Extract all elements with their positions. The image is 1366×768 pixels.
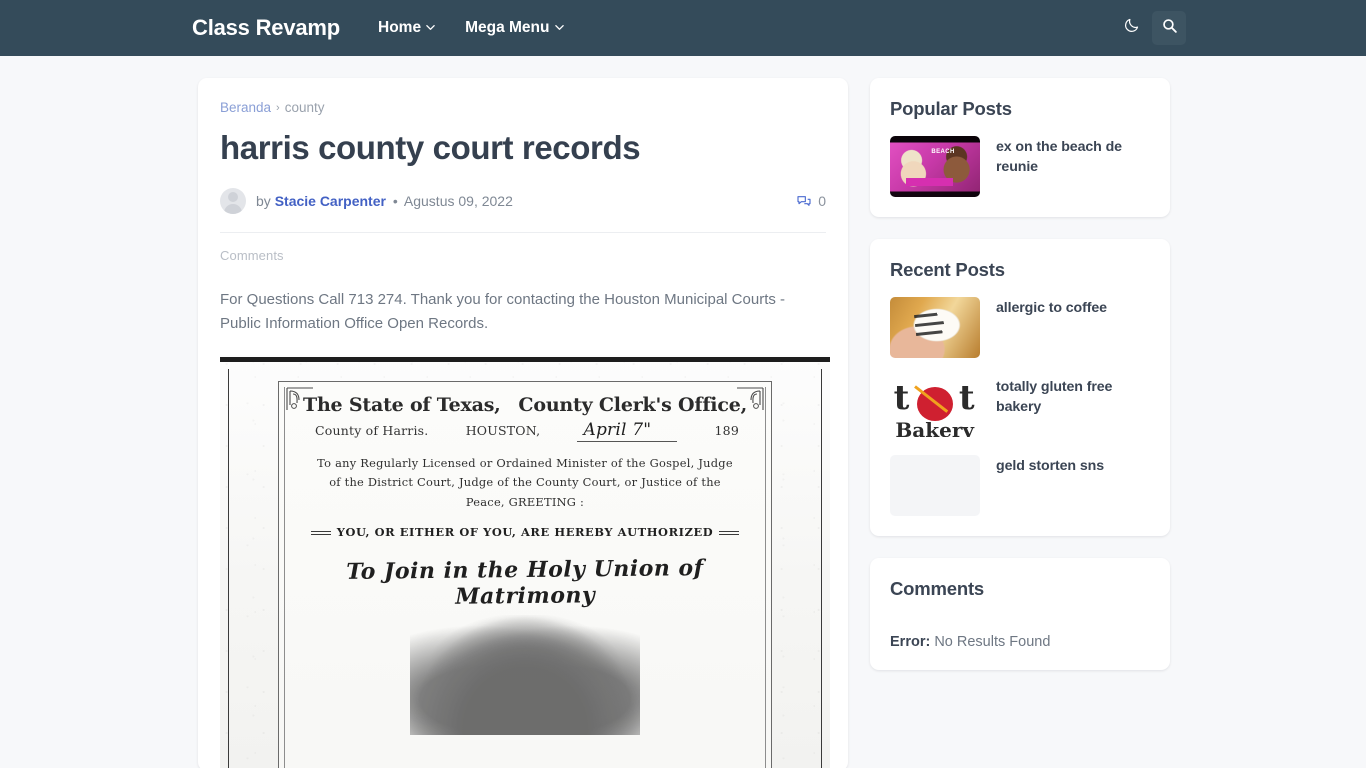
primary-nav: Home Mega Menu	[378, 19, 564, 37]
ornament-corner-icon	[735, 386, 765, 412]
thumbnail-word: Bakery	[895, 417, 974, 437]
popular-posts-list: BEACH ex on the beach de reunie	[890, 136, 1150, 197]
list-item[interactable]: allergic to coffee	[890, 297, 1150, 358]
comment-count: 0	[818, 192, 826, 209]
comments-error-text: No Results Found	[934, 634, 1051, 650]
main-column: Beranda › county harris county court rec…	[198, 78, 848, 768]
document-engraving	[410, 614, 640, 735]
list-item-label: ex on the beach de reunie	[996, 139, 1122, 175]
nav-item-mega-menu-label: Mega Menu	[465, 19, 550, 36]
document-rule-right	[719, 531, 740, 533]
document-image: The State of Texas, County Clerk's Offic…	[220, 354, 830, 768]
breadcrumb-current: county	[284, 100, 325, 115]
meta-separator: •	[392, 192, 398, 209]
document-subheadings: County of Harris. HOUSTON, April 7" 189	[297, 416, 753, 442]
ornament-corner-icon	[285, 386, 315, 412]
document-scan-background: The State of Texas, County Clerk's Offic…	[220, 354, 830, 768]
document-authorization-line: YOU, OR EITHER OF YOU, ARE HEREBY AUTHOR…	[297, 513, 753, 539]
post-meta: by Stacie Carpenter • Agustus 09, 2022 0	[220, 187, 826, 232]
list-item-label: totally gluten free bakery	[996, 379, 1113, 415]
header-actions	[1114, 0, 1186, 56]
nav-item-home[interactable]: Home	[378, 19, 435, 37]
thumbnail-letter-left: t	[893, 377, 910, 418]
search-icon	[1161, 17, 1178, 39]
breadcrumb-home-link[interactable]: Beranda	[220, 100, 271, 115]
sidebar: Popular Posts BEACH ex on the beach de r…	[870, 78, 1170, 692]
document-sheet: The State of Texas, County Clerk's Offic…	[278, 380, 772, 768]
thumbnail-caption-bar	[906, 178, 953, 187]
list-item-label: allergic to coffee	[996, 300, 1107, 316]
page-title: harris county court records	[220, 129, 641, 166]
page-layout: Beranda › county harris county court rec…	[0, 56, 1366, 768]
widget-comments: Comments Error: No Results Found	[870, 558, 1170, 670]
breadcrumb-separator: ›	[276, 101, 280, 114]
comments-icon	[796, 193, 812, 209]
list-item[interactable]: t t Bakery totally gluten free bakery	[890, 376, 1150, 437]
avatar	[220, 187, 246, 214]
widget-recent-posts-title: Recent Posts	[890, 259, 1005, 280]
thumbnail-letter-right: t	[958, 377, 975, 418]
document-headings: The State of Texas, County Clerk's Offic…	[297, 394, 753, 416]
post-thumbnail: BEACH	[890, 136, 980, 197]
document-paragraph: To any Regularly Licensed or Ordained Mi…	[317, 455, 733, 510]
document-city: HOUSTON,	[465, 423, 541, 439]
list-item-label: geld storten sns	[996, 458, 1104, 474]
widget-comments-title: Comments	[890, 578, 984, 599]
document-arc-text: To Join in the Holy Union of Matrimony	[346, 554, 704, 610]
thumbnail-title-text: BEACH	[931, 149, 955, 156]
document-county-line: County of Harris.	[315, 423, 429, 439]
post-date: Agustus 09, 2022	[403, 192, 513, 209]
chevron-down-icon	[426, 23, 435, 32]
nav-item-mega-menu[interactable]: Mega Menu	[465, 19, 564, 37]
list-item[interactable]: geld storten sns	[890, 455, 1150, 516]
moon-icon	[1123, 17, 1140, 39]
document-top-border	[220, 356, 830, 362]
article-card: Beranda › county harris county court rec…	[198, 78, 848, 768]
chevron-down-icon	[554, 23, 564, 32]
post-byline: by Stacie Carpenter • Agustus 09, 2022	[256, 193, 513, 209]
post-body-text: For Questions Call 713 274. Thank you fo…	[220, 290, 786, 333]
widget-popular-posts-title: Popular Posts	[890, 98, 1012, 119]
breadcrumb: Beranda › county	[220, 100, 826, 115]
comments-label: Comments	[220, 247, 284, 263]
post-thumbnail	[890, 297, 980, 358]
recent-posts-list: allergic to coffee t t Bakery totally gl…	[890, 297, 1150, 516]
author-link[interactable]: Stacie Carpenter	[275, 193, 386, 209]
document-office-heading: County Clerk's Office,	[518, 393, 747, 416]
list-item[interactable]: BEACH ex on the beach de reunie	[890, 136, 1150, 197]
avatar-head	[228, 191, 238, 202]
dark-mode-toggle[interactable]	[1114, 11, 1148, 45]
comment-count-group[interactable]: 0	[796, 193, 826, 209]
widget-popular-posts: Popular Posts BEACH ex on the beach de r…	[870, 78, 1170, 217]
avatar-body	[224, 203, 242, 214]
document-rule-left	[311, 531, 331, 533]
site-header: Class Revamp Home Mega Menu	[0, 0, 1366, 56]
document-state-heading: The State of Texas,	[303, 393, 501, 416]
document-handwritten-date: April 7"	[577, 420, 678, 442]
document-year: 189	[714, 423, 739, 439]
site-brand[interactable]: Class Revamp	[192, 15, 340, 41]
nav-item-home-label: Home	[378, 19, 422, 36]
comments-error-prefix: Error:	[890, 634, 931, 650]
widget-recent-posts: Recent Posts allergic to coffee t t Bake…	[870, 239, 1170, 536]
document-authorization-text: YOU, OR EITHER OF YOU, ARE HEREBY AUTHOR…	[336, 524, 714, 539]
post-thumbnail	[890, 455, 980, 516]
thumbnail-handwriting	[914, 310, 956, 336]
byline-prefix: by	[256, 192, 271, 209]
post-meta-left: by Stacie Carpenter • Agustus 09, 2022	[220, 187, 513, 214]
search-button[interactable]	[1152, 11, 1186, 45]
comments-error-message: Error: No Results Found	[890, 616, 1150, 650]
post-thumbnail: t t Bakery	[890, 376, 980, 437]
